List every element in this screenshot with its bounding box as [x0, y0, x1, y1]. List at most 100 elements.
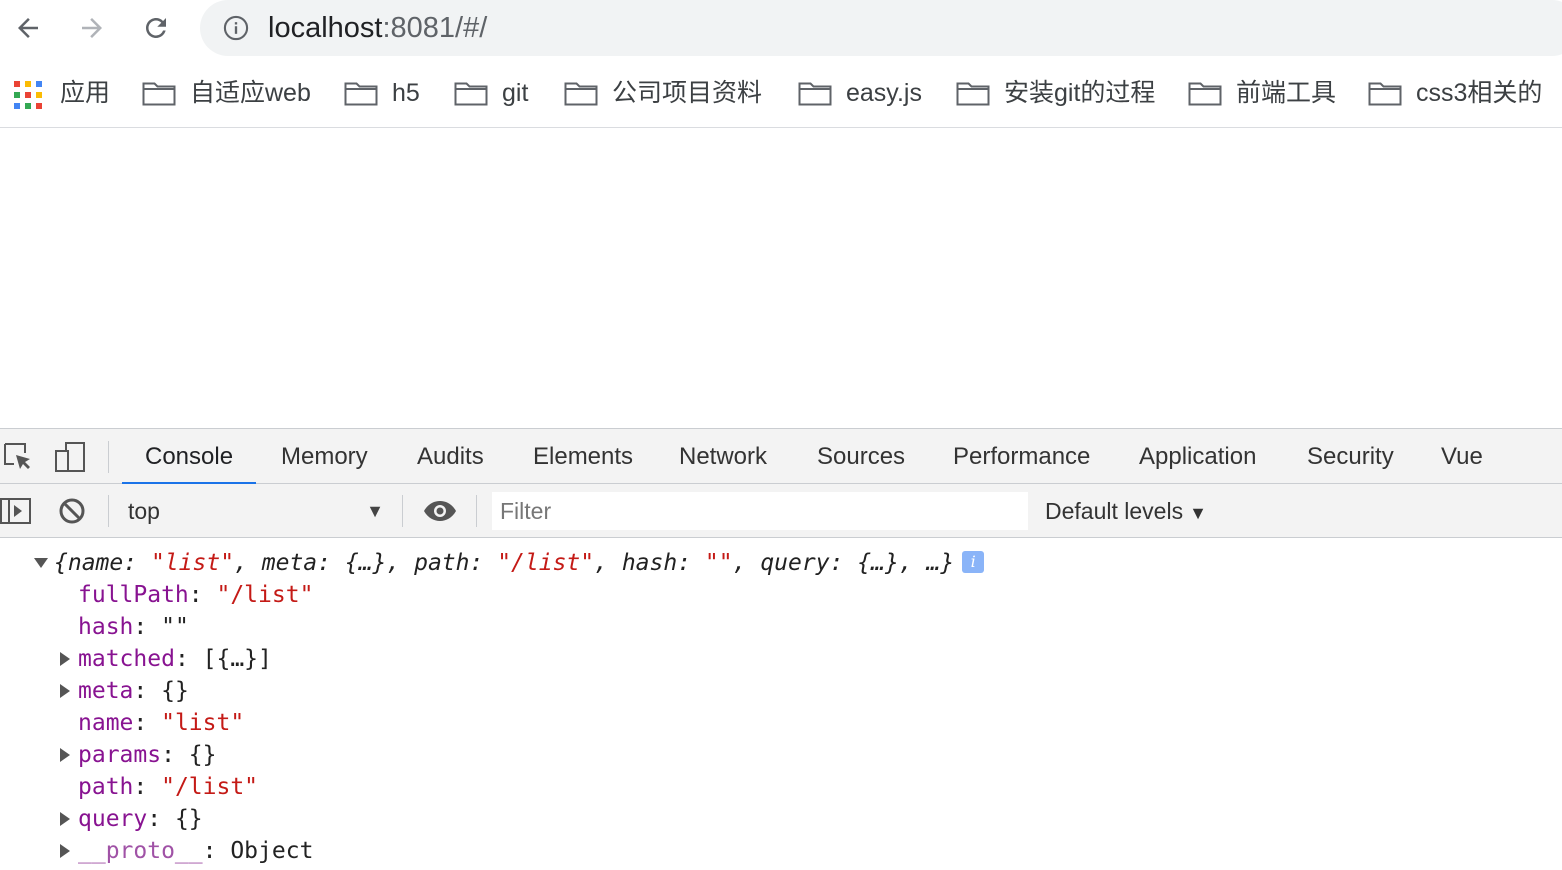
- tab-vue[interactable]: Vue: [1418, 429, 1506, 484]
- apps-grid-icon: [14, 79, 42, 109]
- summary-key: path: [414, 550, 470, 576]
- property-key: meta: [78, 678, 134, 704]
- reload-button[interactable]: [136, 8, 176, 48]
- folder-icon: [142, 82, 176, 106]
- device-toolbar-icon[interactable]: [54, 441, 86, 473]
- bookmark-folder[interactable]: 公司项目资料: [564, 76, 762, 110]
- page-viewport: [0, 128, 1562, 428]
- property-value: {}: [174, 806, 203, 832]
- console-object-summary[interactable]: {name: "list", meta: {…}, path: "/list",…: [34, 547, 985, 579]
- summary-key: hash: [621, 550, 678, 576]
- dropdown-arrow-icon: ▼: [1189, 503, 1207, 523]
- summary-value: "/list": [497, 550, 595, 576]
- bookmark-label: h5: [392, 79, 420, 107]
- context-value: top: [128, 498, 160, 524]
- property-key: path: [78, 774, 134, 800]
- reload-icon: [146, 18, 166, 38]
- property-key: __proto__: [78, 838, 203, 864]
- bookmark-label: 自适应web: [190, 79, 311, 107]
- tab-security[interactable]: Security: [1284, 429, 1417, 484]
- bookmark-label: 公司项目资料: [612, 79, 763, 107]
- toolbar-divider: [476, 495, 477, 527]
- bookmark-folder[interactable]: h5: [344, 76, 420, 110]
- info-circle-icon[interactable]: [222, 14, 250, 42]
- toolbar-divider: [108, 495, 109, 527]
- eye-icon[interactable]: [422, 496, 458, 526]
- property-value: Object: [230, 838, 314, 864]
- address-bar-row: localhost:8081/#/: [0, 0, 1562, 58]
- url-path: :8081/#/: [382, 12, 488, 44]
- bookmark-label: 应用: [60, 79, 111, 107]
- arrow-left-icon: [18, 18, 38, 38]
- filter-input[interactable]: [492, 492, 1028, 530]
- info-badge-icon[interactable]: i: [962, 550, 985, 573]
- tab-audits[interactable]: Audits: [394, 429, 507, 484]
- bookmark-folder[interactable]: git: [454, 76, 528, 110]
- summary-key: meta: [261, 550, 318, 576]
- url-text[interactable]: localhost:8081/#/: [268, 10, 487, 46]
- devtools-tab-bar: Console Memory Audits Elements Network S…: [0, 429, 1562, 485]
- url-host: localhost: [268, 12, 383, 44]
- forward-button[interactable]: [72, 8, 112, 48]
- summary-key: query: [760, 550, 830, 576]
- log-levels-dropdown[interactable]: Default levels ▼: [1045, 490, 1207, 532]
- folder-icon: [1368, 82, 1402, 106]
- bookmark-folder[interactable]: 前端工具: [1188, 76, 1336, 110]
- expand-triangle-icon[interactable]: [58, 675, 72, 707]
- summary-key: name: [67, 550, 124, 576]
- toolbar-divider: [108, 441, 109, 473]
- summary-brace: {: [54, 550, 68, 576]
- tab-performance[interactable]: Performance: [930, 429, 1113, 484]
- bookmark-folder[interactable]: 安装git的过程: [956, 76, 1155, 110]
- property-value: "/list": [216, 582, 314, 608]
- summary-value: "list": [150, 550, 235, 576]
- omnibox[interactable]: localhost:8081/#/: [200, 0, 1562, 56]
- property-value: [{…}]: [202, 646, 272, 672]
- summary-value: {…}: [344, 550, 387, 576]
- property-value: {}: [188, 742, 217, 768]
- back-button[interactable]: [8, 8, 48, 48]
- property-key: query: [78, 806, 148, 832]
- property-key: matched: [78, 646, 175, 672]
- folder-icon: [564, 82, 598, 106]
- sidebar-toggle-icon[interactable]: [0, 496, 32, 526]
- tab-application[interactable]: Application: [1116, 429, 1279, 484]
- tab-elements[interactable]: Elements: [510, 429, 656, 484]
- property-key: fullPath: [78, 582, 189, 608]
- property-key: name: [78, 710, 134, 736]
- dropdown-arrow-icon: ▼: [366, 501, 384, 521]
- expand-triangle-icon[interactable]: [58, 835, 72, 867]
- property-key: params: [78, 742, 162, 768]
- folder-icon: [956, 82, 990, 106]
- property-value: "/list": [161, 774, 259, 800]
- bookmark-folder[interactable]: 自适应web: [142, 76, 311, 110]
- bookmark-folder[interactable]: css3相关的: [1368, 76, 1542, 110]
- console-output: {name: "list", meta: {…}, path: "/list",…: [0, 539, 1562, 869]
- expand-triangle-icon[interactable]: [58, 643, 72, 675]
- folder-icon: [454, 82, 488, 106]
- expand-triangle-icon[interactable]: [58, 739, 72, 771]
- inspect-element-icon[interactable]: [2, 441, 34, 473]
- bookmark-label: git: [502, 79, 529, 107]
- tab-sources[interactable]: Sources: [794, 429, 928, 484]
- folder-icon: [1188, 82, 1222, 106]
- property-value: "": [161, 614, 189, 640]
- log-levels-label: Default levels: [1045, 498, 1184, 524]
- bookmark-folder[interactable]: easy.js: [798, 76, 922, 110]
- tab-memory[interactable]: Memory: [258, 429, 391, 484]
- clear-console-icon[interactable]: [57, 496, 87, 526]
- bookmarks-bar: 应用 自适应web h5 git 公司项目资料 easy.js 安装git的过程…: [0, 58, 1562, 128]
- folder-icon: [344, 82, 378, 106]
- bookmark-apps[interactable]: 应用: [14, 76, 110, 110]
- property-key: hash: [78, 614, 134, 640]
- tab-console[interactable]: Console: [122, 429, 257, 485]
- summary-value: {…}: [857, 550, 899, 576]
- bookmark-label: 安装git的过程: [1004, 79, 1156, 107]
- summary-tail: …}: [926, 550, 955, 576]
- expand-triangle-icon[interactable]: [34, 547, 48, 579]
- arrow-right-icon: [82, 18, 102, 38]
- bookmark-label: easy.js: [846, 79, 922, 107]
- context-selector[interactable]: top ▼: [110, 490, 400, 532]
- expand-triangle-icon[interactable]: [58, 803, 72, 835]
- tab-network[interactable]: Network: [656, 429, 790, 484]
